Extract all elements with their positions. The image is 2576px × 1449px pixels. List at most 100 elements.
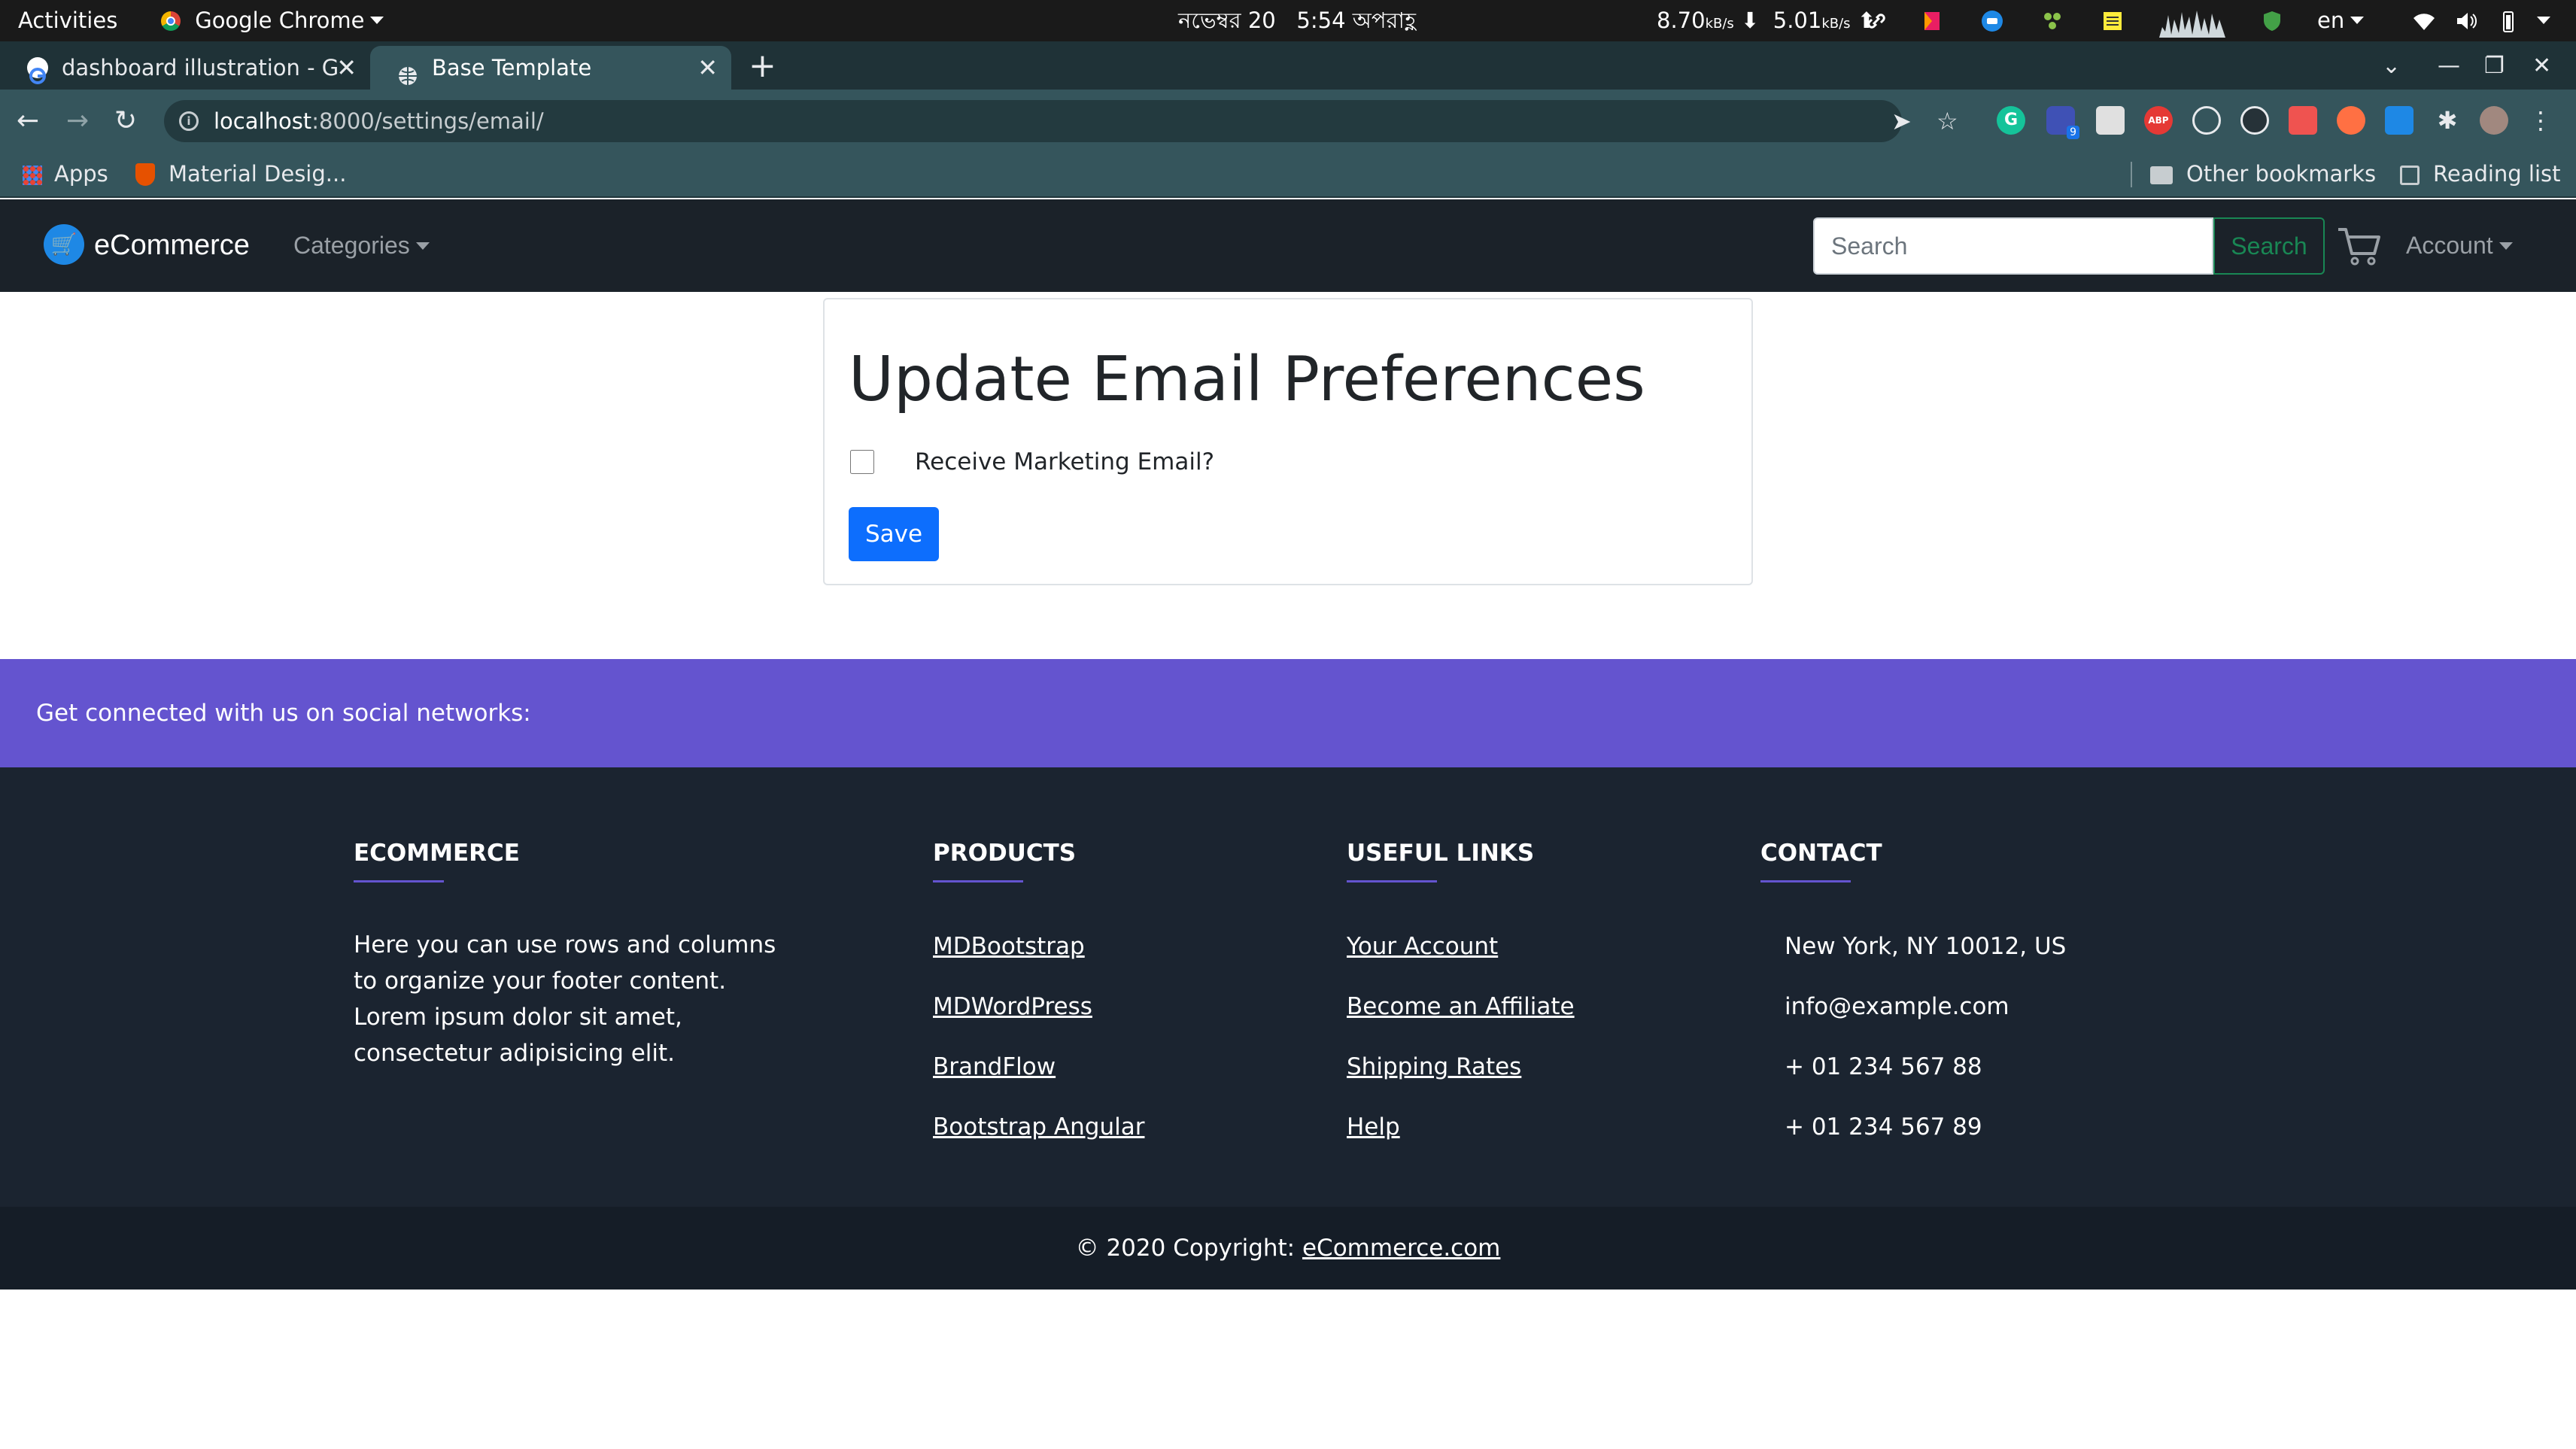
chevron-down-icon: [415, 242, 430, 250]
extension-icon[interactable]: [2289, 106, 2317, 135]
globe-icon: [397, 57, 418, 85]
footer-link-help[interactable]: Help: [1347, 1112, 1400, 1142]
back-button[interactable]: ←: [17, 103, 39, 139]
tab-title: dashboard illustration - G: [62, 55, 339, 80]
footer-link-brandflow[interactable]: BrandFlow: [933, 1052, 1056, 1082]
browser-toolbar: ← → ↻ i localhost:8000/settings/email/ ➤…: [0, 90, 2576, 153]
footer: ECOMMERCE Here you can use rows and colu…: [0, 767, 2576, 1207]
copyright-link[interactable]: eCommerce.com: [1302, 1235, 1500, 1262]
footer-heading: ECOMMERCE: [354, 840, 520, 867]
footer-link-your-account[interactable]: Your Account: [1347, 931, 1498, 961]
bookmark-apps[interactable]: Apps: [23, 153, 108, 195]
search-input[interactable]: [1813, 217, 2213, 275]
marketing-email-checkbox[interactable]: [850, 450, 874, 474]
footer-heading-underline: [1760, 880, 1851, 882]
brand-link[interactable]: eCommerce: [94, 199, 250, 292]
bookmark-other-label: Other bookmarks: [2186, 161, 2377, 187]
avatar[interactable]: [2480, 106, 2508, 135]
info-icon[interactable]: i: [179, 111, 199, 131]
tab-base-template[interactable]: Base Template ✕: [370, 46, 731, 90]
footer-link-become-affiliate[interactable]: Become an Affiliate: [1347, 992, 1575, 1022]
translate-icon[interactable]: [2385, 106, 2413, 135]
wifi-icon[interactable]: [2412, 9, 2436, 33]
adblock-icon[interactable]: ABP: [2144, 106, 2173, 135]
reload-button[interactable]: ↻: [114, 103, 137, 139]
chevron-down-icon: [2537, 17, 2550, 24]
contact-address: New York, NY 10012, US: [1785, 933, 2067, 960]
close-window-button[interactable]: ✕: [2532, 47, 2551, 85]
net-down-unit: kB/s: [1705, 16, 1734, 32]
system-top-bar: Activities Google Chrome নভেম্বর 20 5:54…: [0, 0, 2576, 41]
net-up-value: 5.01: [1773, 8, 1822, 33]
material-shield-icon: [135, 163, 155, 186]
link-icon[interactable]: [1864, 9, 1888, 33]
bookmark-other[interactable]: Other bookmarks: [2150, 153, 2376, 195]
apps-grid-icon: [23, 166, 42, 185]
tab-dashboard-illustration[interactable]: dashboard illustration - G ✕: [0, 46, 370, 90]
chrome-icon: [161, 11, 181, 31]
categories-dropdown[interactable]: Categories: [293, 199, 430, 292]
footer-link-mdbootstrap[interactable]: MDBootstrap: [933, 931, 1085, 961]
app-tray-icon[interactable]: [1920, 9, 1944, 33]
language-label: en: [2317, 8, 2345, 33]
copyright-text: © 2020 Copyright:: [1075, 1235, 1302, 1262]
bookmark-apps-label: Apps: [54, 161, 108, 187]
clock[interactable]: নভেম্বর 20 5:54 অপরাহ্ণ: [1178, 0, 1416, 41]
footer-link-shipping-rates[interactable]: Shipping Rates: [1347, 1052, 1521, 1082]
new-tab-button[interactable]: +: [749, 47, 776, 85]
react-devtools-icon[interactable]: [2192, 106, 2221, 135]
tab-search-icon[interactable]: ⌄: [2382, 47, 2401, 85]
chevron-down-icon: [2350, 17, 2365, 24]
bookmark-material-label: Material Desig...: [169, 161, 347, 187]
chevron-down-icon: [370, 17, 384, 24]
contact-email: info@example.com: [1785, 993, 2009, 1020]
puzzle-icon[interactable]: ✱: [2433, 106, 2462, 135]
extension-badge-count: 9: [2067, 126, 2079, 139]
account-dropdown[interactable]: Account: [2406, 199, 2513, 292]
cart-logo-icon[interactable]: 🛒: [44, 224, 84, 265]
language-indicator[interactable]: en: [2317, 0, 2365, 41]
battery-icon[interactable]: [2496, 9, 2520, 33]
notes-tray-icon[interactable]: [2101, 9, 2125, 33]
shield-tray-icon[interactable]: [2260, 9, 2284, 33]
address-bar[interactable]: i localhost:8000/settings/email/ ➤ ☆: [164, 100, 1958, 142]
bookmark-material[interactable]: Material Desig...: [135, 153, 346, 195]
net-speed-indicator[interactable]: 8.70kB/s ⬇ 5.01kB/s ⬆: [1657, 0, 1876, 41]
reading-list-icon: [2400, 166, 2420, 185]
send-icon[interactable]: ➤: [1891, 100, 1912, 142]
marketing-email-label[interactable]: Receive Marketing Email?: [915, 447, 1214, 477]
no-sign-icon[interactable]: [2240, 106, 2269, 135]
cart-icon[interactable]: [2337, 225, 2382, 269]
footer-heading: PRODUCTS: [933, 840, 1077, 867]
extension-orange-icon[interactable]: [2337, 106, 2365, 135]
url-host: localhost: [214, 108, 312, 134]
reading-list[interactable]: Reading list: [2400, 153, 2561, 195]
grammarly-icon[interactable]: G: [1997, 106, 2025, 135]
footer-heading-underline: [933, 880, 1023, 882]
museum-icon[interactable]: [2096, 106, 2125, 135]
system-monitor-graph[interactable]: [2159, 5, 2225, 38]
close-icon[interactable]: ✕: [697, 46, 718, 90]
account-label: Account: [2406, 232, 2493, 259]
footer-link-bootstrap-angular[interactable]: Bootstrap Angular: [933, 1112, 1144, 1142]
minimize-button[interactable]: —: [2438, 47, 2460, 85]
bookmarks-bar: Apps Material Desig... Other bookmarks R…: [0, 153, 2576, 198]
system-menu-arrow[interactable]: [2531, 0, 2550, 41]
tab-strip: dashboard illustration - G ✕ Base Templa…: [0, 41, 2576, 90]
volume-icon[interactable]: [2454, 9, 2478, 33]
close-icon[interactable]: ✕: [336, 46, 357, 90]
forward-button[interactable]: →: [66, 103, 89, 139]
network-tray-icon[interactable]: [2040, 9, 2064, 33]
extension-badge-icon[interactable]: 9: [2046, 106, 2079, 139]
footer-link-mdwordpress[interactable]: MDWordPress: [933, 992, 1092, 1022]
more-vert-icon[interactable]: ⋮: [2526, 106, 2555, 135]
footer-heading-underline: [354, 880, 444, 882]
bookmark-star-icon[interactable]: ☆: [1937, 100, 1958, 142]
search-button[interactable]: Search: [2213, 217, 2325, 275]
activities-button[interactable]: Activities: [18, 0, 117, 41]
save-button[interactable]: Save: [849, 507, 939, 561]
restore-button[interactable]: ❐: [2484, 47, 2505, 85]
chat-tray-icon[interactable]: [1980, 9, 2004, 33]
app-menu[interactable]: Google Chrome: [161, 0, 384, 41]
tab-title: Base Template: [432, 55, 592, 80]
